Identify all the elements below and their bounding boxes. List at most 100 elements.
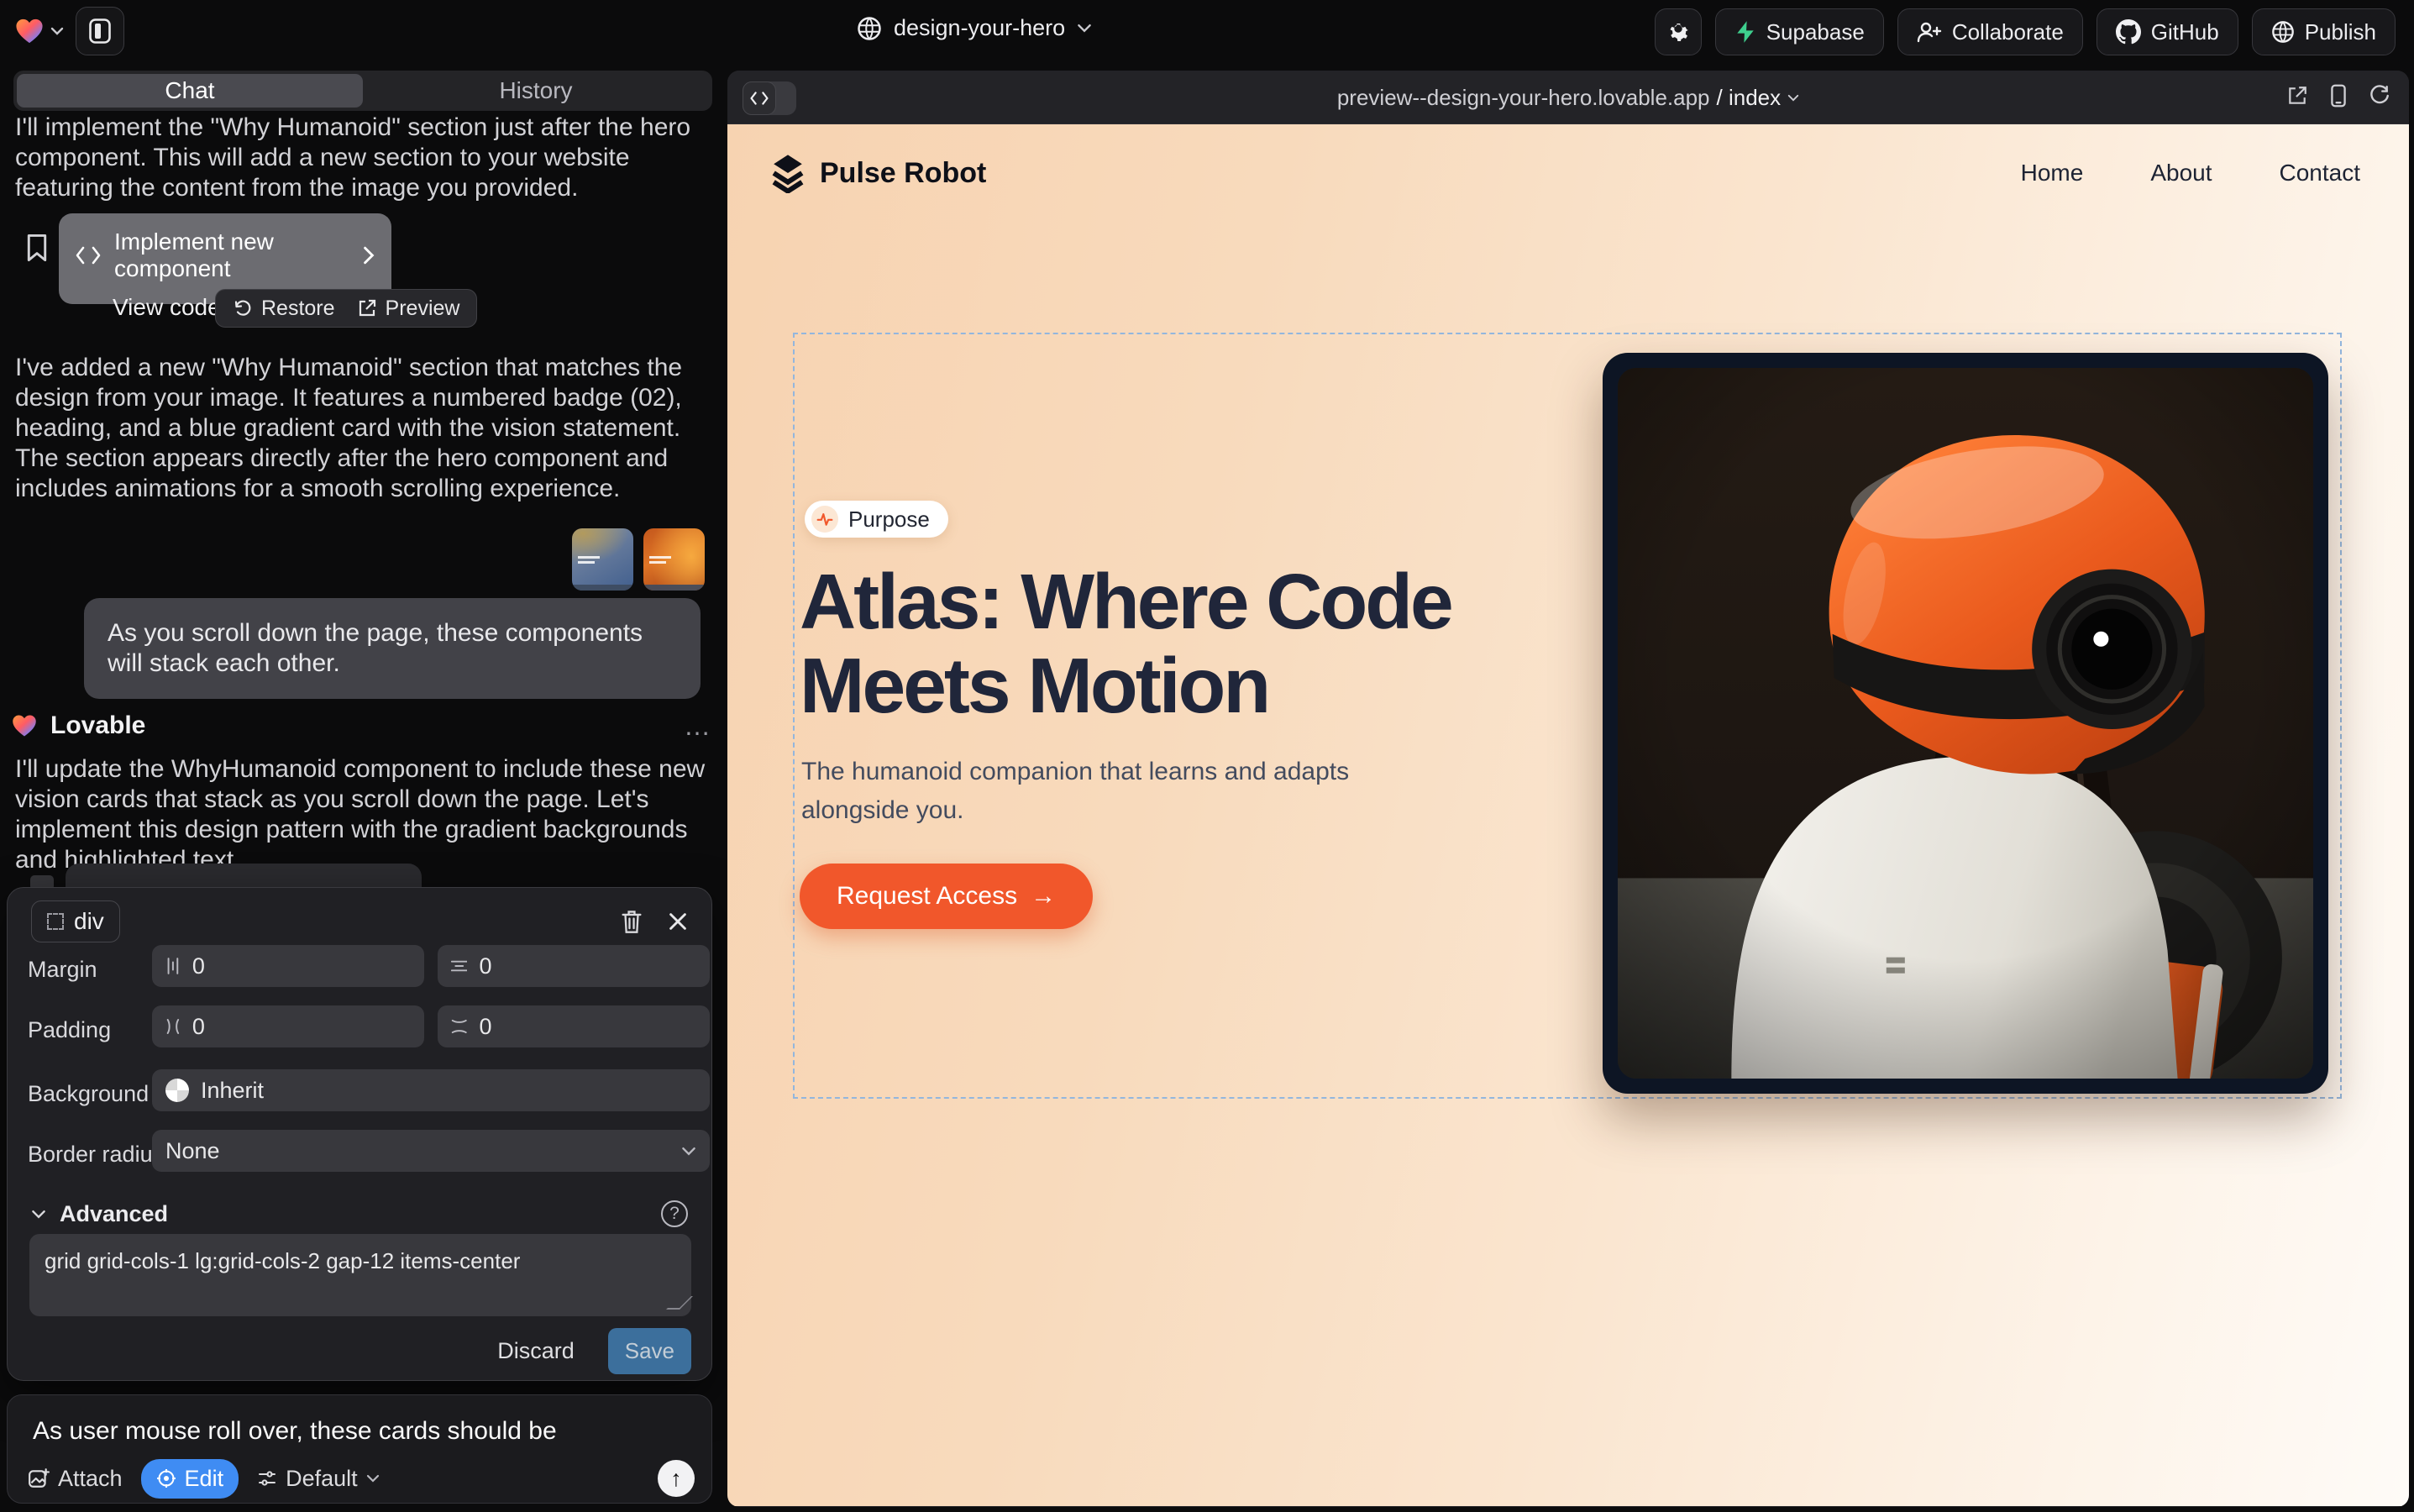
purpose-badge: Purpose <box>805 501 948 538</box>
chevron-down-icon <box>50 27 64 35</box>
site-brand-name: Pulse Robot <box>820 157 986 190</box>
selected-element-tag: div <box>74 908 104 935</box>
padding-y-input[interactable] <box>479 1014 696 1040</box>
selected-element-chip[interactable]: div <box>31 900 120 942</box>
chat-history-tabs: Chat History <box>13 71 712 111</box>
collaborate-button[interactable]: Collaborate <box>1897 8 2083 55</box>
trash-icon[interactable] <box>621 909 643 934</box>
top-bar: design-your-hero Supabase <box>0 0 2414 64</box>
message-menu-button[interactable]: … <box>684 711 712 742</box>
settings-button[interactable] <box>1655 8 1702 55</box>
chat-composer[interactable]: As user mouse roll over, these cards sho… <box>7 1394 712 1504</box>
preview-toolbar: preview--design-your-hero.lovable.app / … <box>727 71 2409 124</box>
purpose-badge-label: Purpose <box>848 507 930 533</box>
project-switcher[interactable]: design-your-hero <box>857 15 1092 41</box>
advanced-section-label[interactable]: Advanced <box>60 1201 168 1227</box>
layers-logo-icon <box>769 153 806 193</box>
preview-url-host: preview--design-your-hero.lovable.app <box>1337 85 1710 111</box>
help-icon[interactable]: ? <box>661 1200 688 1227</box>
edit-mode-button[interactable]: Edit <box>141 1459 239 1499</box>
tab-chat[interactable]: Chat <box>17 74 363 108</box>
chevron-down-icon[interactable] <box>31 1210 46 1219</box>
message-hover-toolbar: Restore Preview <box>215 289 477 328</box>
tab-history[interactable]: History <box>363 74 709 108</box>
tailwind-classes-textarea[interactable]: grid grid-cols-1 lg:grid-cols-2 gap-12 i… <box>29 1234 691 1316</box>
padding-label: Padding <box>28 1017 111 1043</box>
send-button[interactable]: ↑ <box>658 1460 695 1497</box>
supabase-button[interactable]: Supabase <box>1715 8 1884 55</box>
chevron-down-icon <box>681 1147 696 1156</box>
github-button[interactable]: GitHub <box>2097 8 2238 55</box>
bookmark-icon[interactable] <box>25 234 49 262</box>
lovable-heart-icon <box>12 714 37 738</box>
background-label: Background <box>28 1081 149 1107</box>
padding-y-field[interactable] <box>438 1005 710 1047</box>
padding-x-field[interactable] <box>152 1005 424 1047</box>
margin-x-icon <box>165 957 181 975</box>
border-radius-value: None <box>165 1138 220 1164</box>
nav-about[interactable]: About <box>2150 160 2212 186</box>
arrow-up-icon: ↑ <box>670 1466 682 1492</box>
nav-home[interactable]: Home <box>2021 160 2084 186</box>
gear-icon <box>1666 19 1691 45</box>
site-logo[interactable]: Pulse Robot <box>769 153 986 193</box>
chevron-down-icon <box>1787 94 1799 102</box>
publish-button[interactable]: Publish <box>2252 8 2396 55</box>
project-name: design-your-hero <box>894 15 1065 41</box>
border-radius-label: Border radius <box>28 1142 164 1168</box>
mobile-view-icon[interactable] <box>2330 84 2347 108</box>
lovable-logo-menu[interactable] <box>15 18 64 45</box>
margin-y-input[interactable] <box>479 953 696 979</box>
margin-x-input[interactable] <box>192 953 411 979</box>
attachment-thumbnail-orange[interactable] <box>643 528 705 591</box>
border-radius-select[interactable]: None <box>152 1130 710 1172</box>
margin-label: Margin <box>28 957 97 983</box>
composer-input[interactable]: As user mouse roll over, these cards sho… <box>33 1417 557 1446</box>
background-field[interactable]: Inherit <box>152 1069 710 1111</box>
preview-url-bar[interactable]: preview--design-your-hero.lovable.app / … <box>727 71 2409 124</box>
save-button[interactable]: Save <box>608 1328 691 1374</box>
margin-y-field[interactable] <box>438 945 710 987</box>
code-preview-toggle[interactable] <box>743 81 796 115</box>
external-link-icon <box>357 298 377 318</box>
attachment-thumbnail-blue[interactable] <box>572 528 633 591</box>
pulse-icon <box>816 511 833 528</box>
github-icon <box>2116 19 2141 45</box>
padding-x-input[interactable] <box>192 1014 411 1040</box>
publish-globe-icon <box>2271 20 2295 44</box>
restore-button[interactable]: Restore <box>233 297 335 321</box>
collaborate-people-icon <box>1917 20 1942 44</box>
color-swatch <box>165 1079 189 1102</box>
toggle-sidebar-button[interactable] <box>76 7 124 55</box>
hero-heading: Atlas: Where Code Meets Motion <box>800 559 1451 727</box>
assistant-message-3: I'll update the WhyHumanoid component to… <box>15 754 711 875</box>
arrow-right-icon: → <box>1031 882 1056 911</box>
nav-contact[interactable]: Contact <box>2280 160 2361 186</box>
attach-button[interactable]: Attach <box>28 1466 123 1492</box>
component-card-title: Implement new component <box>114 228 349 282</box>
chevron-down-icon <box>1077 24 1092 33</box>
assistant-message-1: I'll implement the "Why Humanoid" sectio… <box>15 113 711 203</box>
target-icon <box>156 1468 176 1488</box>
user-message-bubble: As you scroll down the page, these compo… <box>84 598 701 699</box>
refresh-icon[interactable] <box>2369 85 2390 107</box>
hero-robot-card <box>1603 353 2328 1094</box>
close-icon[interactable] <box>668 911 688 932</box>
discard-button[interactable]: Discard <box>485 1330 586 1373</box>
margin-x-field[interactable] <box>152 945 424 987</box>
assistant-name: Lovable <box>50 711 145 740</box>
code-icon <box>76 246 101 265</box>
lovable-app-window: design-your-hero Supabase <box>0 0 2414 1512</box>
dashed-selection-icon <box>47 913 64 930</box>
chevron-right-icon <box>363 246 375 265</box>
preview-button[interactable]: Preview <box>357 297 460 321</box>
request-access-button[interactable]: Request Access → <box>800 864 1093 929</box>
globe-icon <box>857 16 882 41</box>
background-value: Inherit <box>201 1078 264 1104</box>
supabase-icon <box>1734 20 1756 44</box>
model-selector[interactable]: Default <box>257 1466 380 1492</box>
margin-y-icon <box>451 958 467 974</box>
open-in-new-tab-icon[interactable] <box>2286 85 2308 107</box>
site-canvas: Pulse Robot Home About Contact Purpose <box>727 124 2409 1506</box>
assistant-header: Lovable … <box>12 709 712 743</box>
